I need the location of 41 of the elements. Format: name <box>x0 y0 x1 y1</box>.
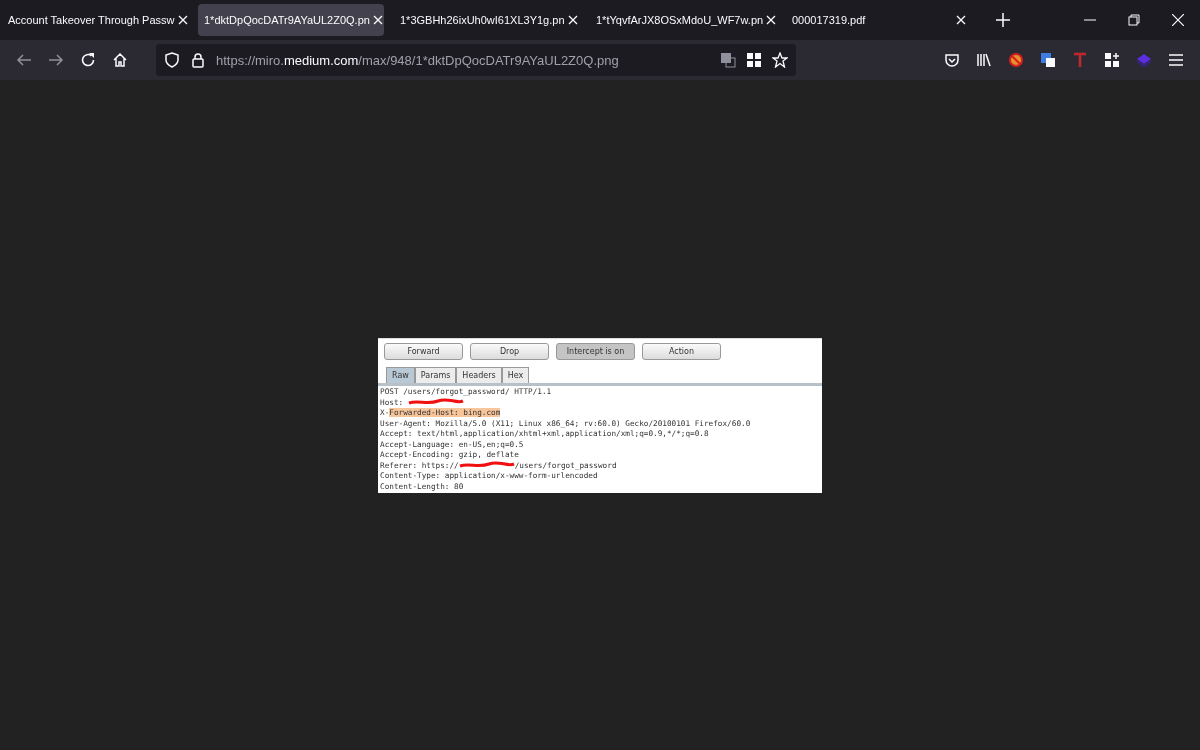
editor-tab[interactable]: Params <box>414 366 457 383</box>
reload-icon[interactable] <box>80 52 96 68</box>
address-bar[interactable]: https://miro.medium.com/max/948/1*dktDpQocDATr9AYaUL2Z0Q.png <box>156 44 796 76</box>
browser-tab[interactable]: 1*dktDpQocDATr9AYaUL2Z0Q.pn <box>198 4 384 36</box>
browser-tab[interactable]: 1*3GBHh26ixUh0wI61XL3Y1g.pn <box>394 4 580 36</box>
star-icon <box>772 52 788 68</box>
menu-icon[interactable] <box>1168 52 1184 68</box>
url-text: https://miro.medium.com/max/948/1*dktDpQocDATr9AYaUL2Z0Q.png <box>216 52 619 68</box>
translate-icon[interactable] <box>1040 52 1056 68</box>
toolbar-button[interactable]: Drop <box>470 342 549 360</box>
browser-tab[interactable]: 000017319.pdf <box>786 4 972 36</box>
toolbar-button[interactable]: Intercept is on <box>556 342 635 360</box>
close-icon[interactable] <box>177 15 188 25</box>
home-icon[interactable] <box>112 52 128 68</box>
translate-icon <box>720 52 736 68</box>
new-tab-icon[interactable] <box>996 13 1010 27</box>
close-icon[interactable] <box>766 15 777 25</box>
editor-tab[interactable]: Raw <box>386 366 415 383</box>
shield-icon <box>164 52 180 68</box>
close-icon[interactable] <box>1172 14 1184 26</box>
close-icon[interactable] <box>567 15 578 25</box>
toolbar-button[interactable]: Action <box>642 342 721 360</box>
grid-icon <box>746 52 762 68</box>
t-letter-icon[interactable] <box>1072 52 1088 68</box>
browser-tab[interactable]: Account Takeover Through Passw <box>2 4 188 36</box>
close-icon[interactable] <box>372 15 383 25</box>
browser-tab[interactable]: 1*tYqvfArJX8OSxMdoU_WF7w.pn <box>590 4 776 36</box>
redaction-scribble <box>407 398 464 407</box>
restore-icon[interactable] <box>1128 14 1140 26</box>
forward-icon[interactable] <box>48 52 64 68</box>
lock-icon <box>190 52 206 68</box>
editor-tab[interactable]: Hex <box>501 366 530 383</box>
toolbar-button[interactable]: Forward <box>384 342 463 360</box>
pocket-icon[interactable] <box>944 52 960 68</box>
library-icon[interactable] <box>976 52 992 68</box>
grid-plus-icon[interactable] <box>1104 52 1120 68</box>
editor-tab[interactable]: Headers <box>456 366 502 383</box>
redaction-scribble <box>458 461 515 470</box>
close-icon[interactable] <box>956 15 966 25</box>
back-icon[interactable] <box>16 52 32 68</box>
blocked-circle-icon[interactable] <box>1008 52 1024 68</box>
